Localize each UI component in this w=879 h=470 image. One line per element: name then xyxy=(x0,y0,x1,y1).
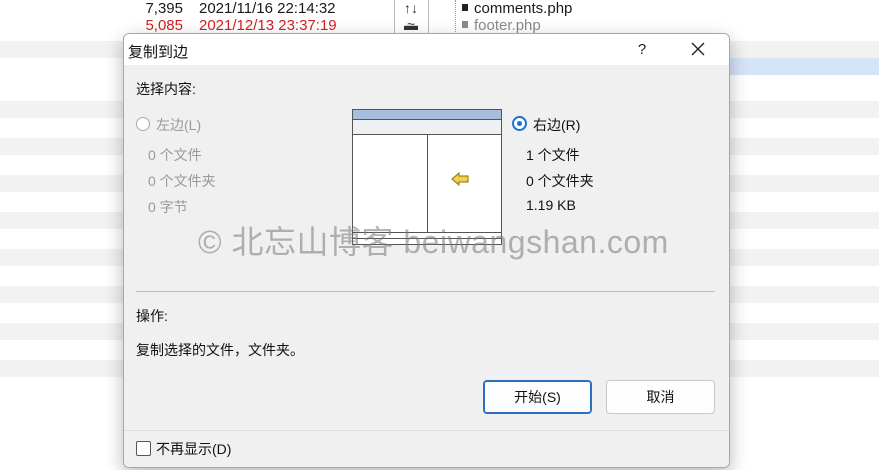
file-name: footer.php xyxy=(462,17,541,34)
file-icon xyxy=(462,4,468,11)
dialog-title: 复制到边 xyxy=(128,44,189,61)
left-folder-count: 0 个文件夹 xyxy=(148,173,216,189)
help-button[interactable]: ? xyxy=(624,34,660,65)
left-byte-count: 0 字节 xyxy=(148,199,188,215)
file-icon xyxy=(462,21,468,28)
file-size: 5,085 xyxy=(145,17,183,34)
start-button[interactable]: 开始(S) xyxy=(483,380,592,414)
operation-label: 操作: xyxy=(136,308,168,324)
left-side-radio[interactable] xyxy=(136,117,150,131)
illustration-toolbar xyxy=(353,120,501,135)
left-side-label[interactable]: 左边(L) xyxy=(156,115,201,135)
dialog-titlebar[interactable]: 复制到边 ? xyxy=(124,34,729,65)
right-side-radio[interactable] xyxy=(512,116,527,131)
file-date: 2021/12/13 23:37:19 xyxy=(199,17,337,34)
watermark: © 北忘山博客 beiwangshan.com xyxy=(198,224,669,260)
close-button[interactable] xyxy=(680,34,716,65)
table-row[interactable]: 5,085 2021/12/13 23:37:19 ≈ footer.php xyxy=(0,17,879,34)
compare-status-icon: ≈ xyxy=(407,17,415,33)
dialog-footer: 不再显示(D) xyxy=(124,430,729,467)
right-byte-count: 1.19 KB xyxy=(526,197,576,213)
dont-show-again-checkbox[interactable] xyxy=(136,441,151,456)
dont-show-again-label[interactable]: 不再显示(D) xyxy=(156,439,231,459)
illustration-header xyxy=(353,110,501,120)
left-file-count: 0 个文件 xyxy=(148,147,202,163)
file-name: comments.php xyxy=(462,0,572,17)
file-size: 7,395 xyxy=(145,0,183,17)
arrow-left-icon xyxy=(451,172,469,186)
operation-description: 复制选择的文件，文件夹。 xyxy=(136,342,304,358)
file-date: 2021/11/16 22:14:32 xyxy=(199,0,336,17)
separator xyxy=(136,291,715,292)
right-folder-count: 0 个文件夹 xyxy=(526,173,594,189)
selected-row[interactable] xyxy=(728,58,879,75)
right-side-label[interactable]: 右边(R) xyxy=(533,115,580,135)
content-label: 选择内容: xyxy=(136,81,196,97)
right-file-count: 1 个文件 xyxy=(526,147,580,163)
table-row[interactable]: 7,395 2021/11/16 22:14:32 ↑↓ ▬ comments.… xyxy=(0,0,879,33)
cancel-button[interactable]: 取消 xyxy=(606,380,715,414)
close-icon xyxy=(691,42,705,56)
